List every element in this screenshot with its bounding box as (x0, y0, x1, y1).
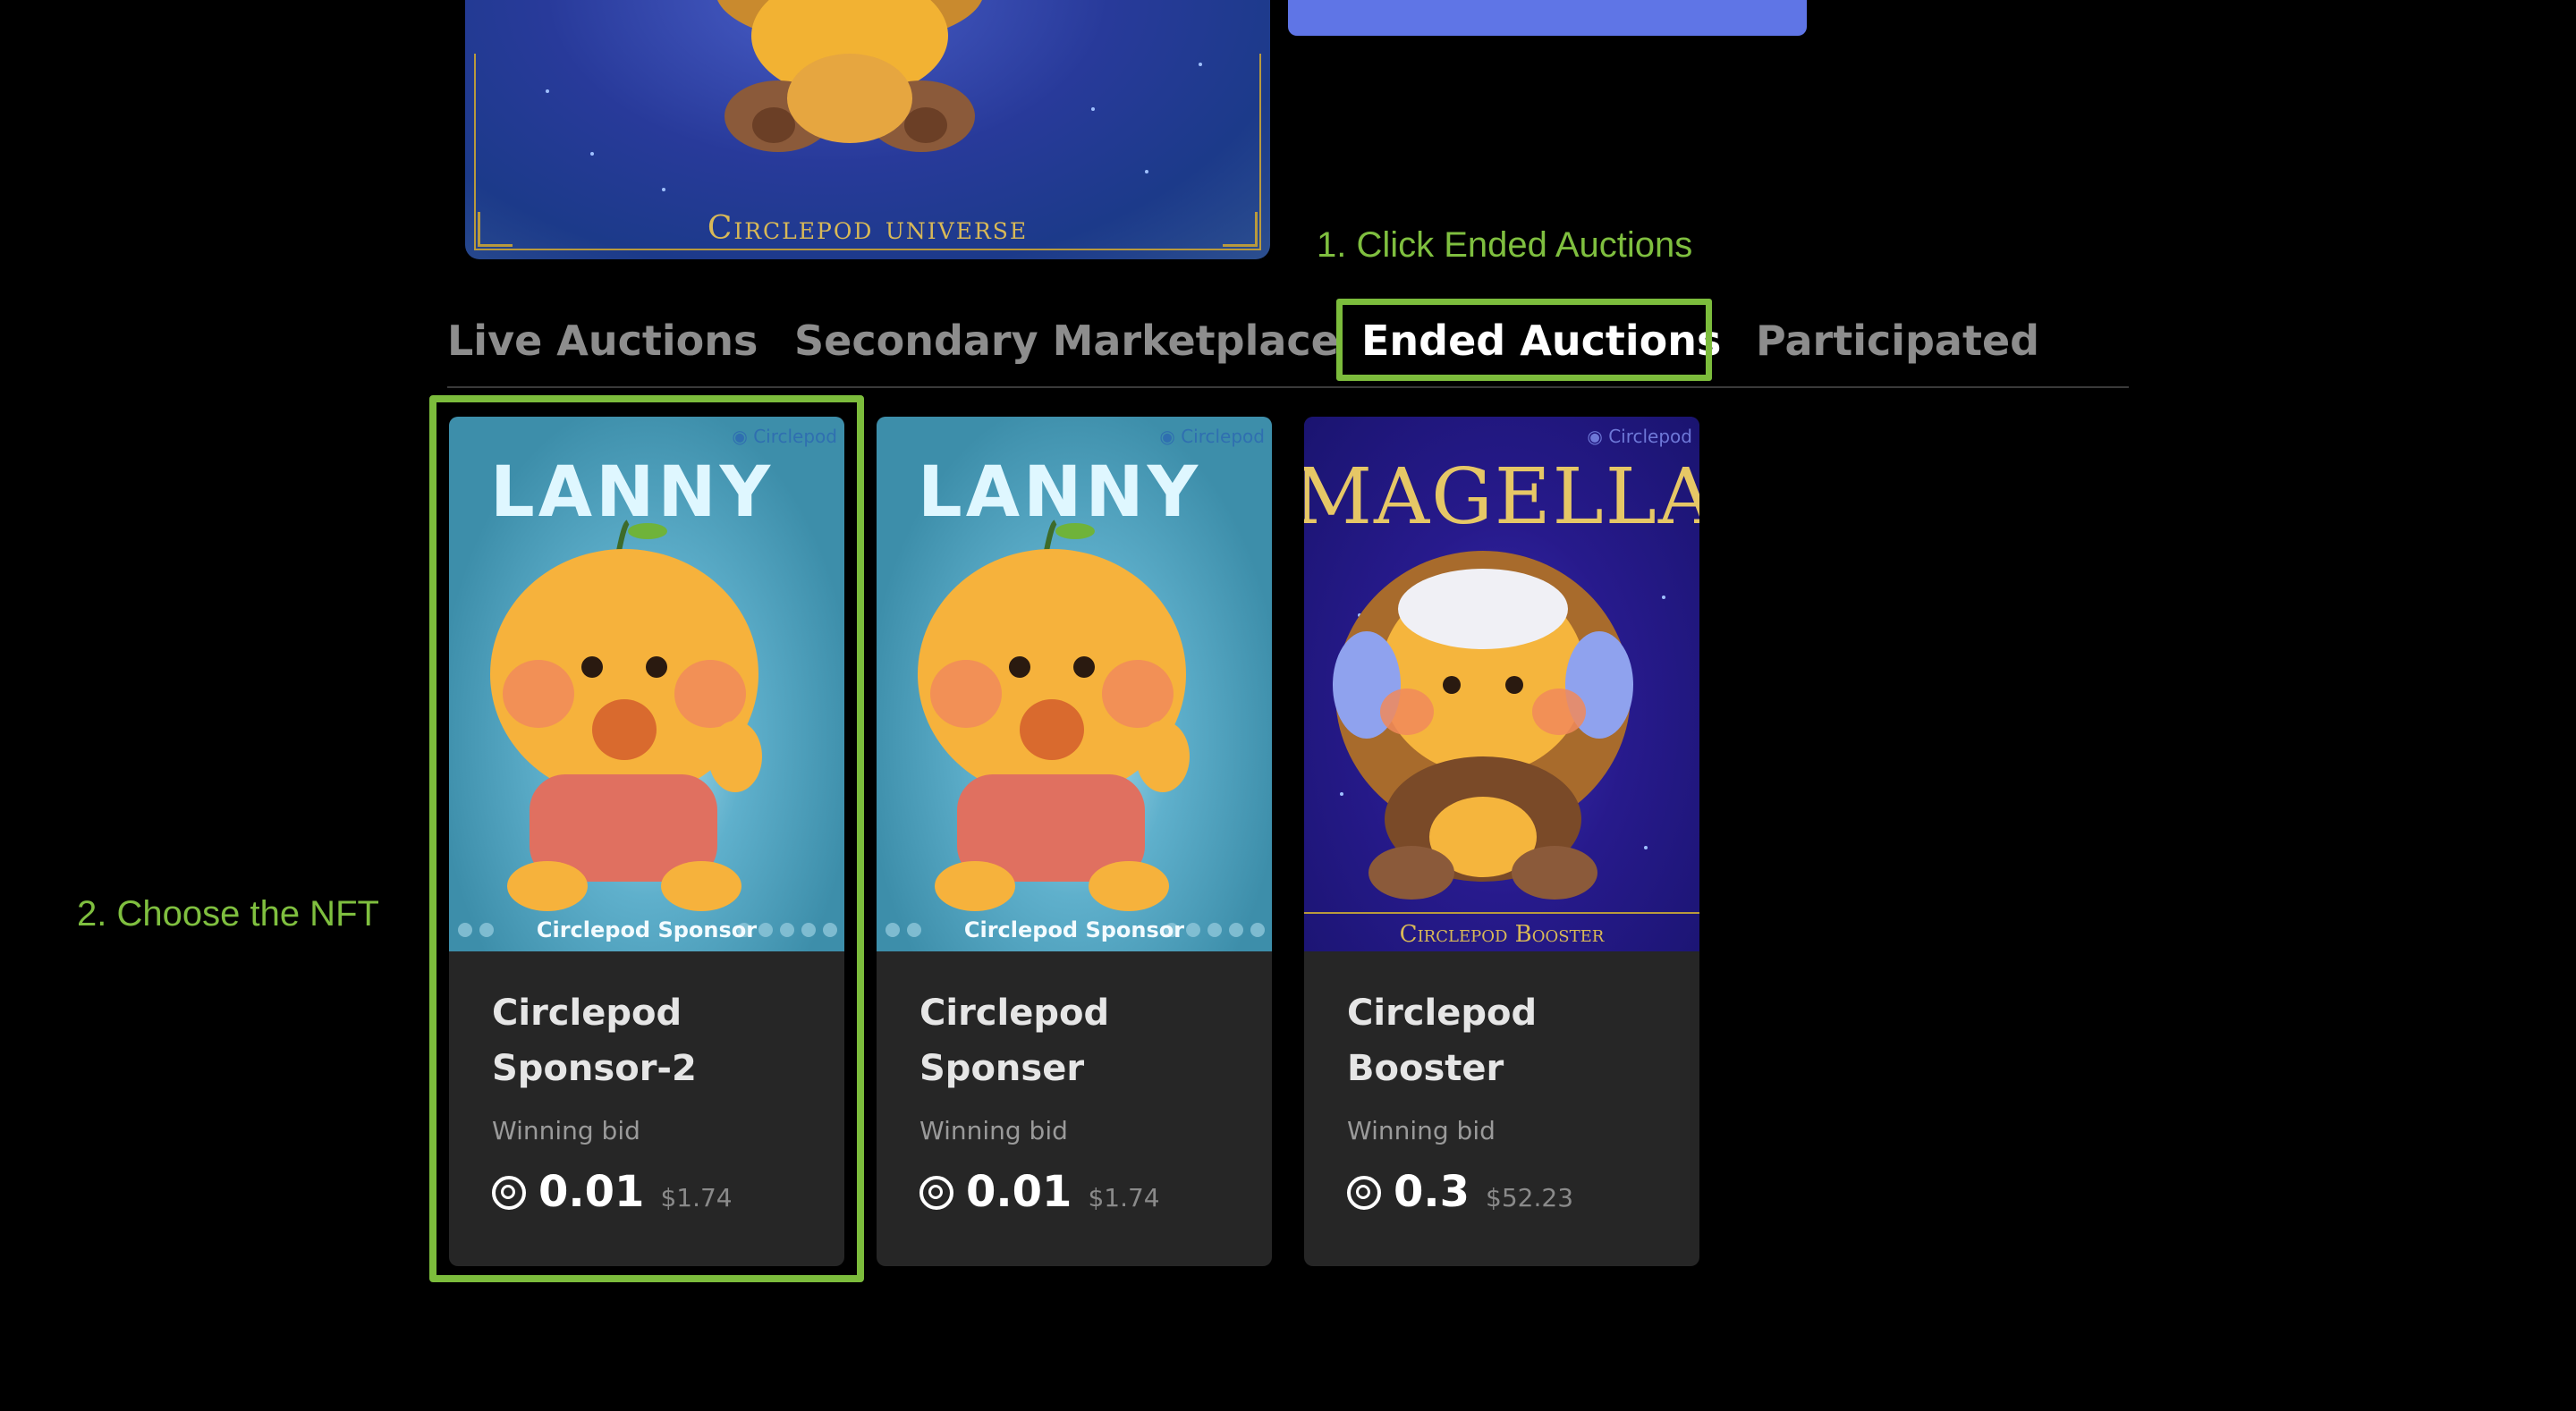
annotation-step-1: 1. Click Ended Auctions (1317, 225, 1693, 265)
nft-card[interactable]: ◉ Circlepod MAGELLAN Circlepod Booster C… (1304, 417, 1699, 1266)
nft-title-line1: Circlepod (1347, 993, 1538, 1034)
hero-banner: Circlepod universe (465, 0, 1270, 259)
annotation-highlight-card (429, 395, 864, 1282)
nft-artwork: ◉ Circlepod LANNY Circlepod Sponsor (877, 417, 1272, 951)
circlepod-coin-icon (1347, 1176, 1381, 1210)
tab-live-auctions[interactable]: Live Auctions (447, 317, 758, 365)
bid-usd-value: $1.74 (1088, 1183, 1160, 1212)
tab-participated[interactable]: Participated (1756, 317, 2039, 365)
nft-title-line2: Booster (1347, 1048, 1504, 1089)
bid-usd-value: $52.23 (1486, 1183, 1574, 1212)
artwork-caption: Circlepod Booster (1399, 921, 1605, 948)
circlepod-coin-icon (919, 1176, 953, 1210)
nft-card[interactable]: ◉ Circlepod LANNY Circlepod Sponsor Circ… (877, 417, 1272, 1266)
artwork-caption: Circlepod Sponsor (963, 917, 1185, 942)
bid-price: 0.01 (966, 1167, 1072, 1217)
hero-caption: Circlepod universe (707, 210, 1029, 247)
annotation-step-2: 2. Choose the NFT (77, 894, 379, 934)
annotation-highlight-tab (1336, 299, 1712, 381)
auction-tabs: Live Auctions Secondary Marketplace Ende… (447, 311, 2129, 388)
nft-title-line1: Circlepod (919, 993, 1110, 1034)
orange-character-image (918, 520, 1190, 911)
action-button[interactable] (1288, 0, 1807, 36)
bid-label: Winning bid (1347, 1116, 1496, 1145)
lion-character-image (1333, 551, 1633, 900)
bid-price: 0.3 (1394, 1167, 1470, 1217)
nft-artwork: ◉ Circlepod MAGELLAN Circlepod Booster (1304, 417, 1699, 951)
tab-secondary-marketplace[interactable]: Secondary Marketplace (794, 317, 1339, 365)
bid-label: Winning bid (919, 1116, 1068, 1145)
nft-title-line2: Sponser (919, 1048, 1085, 1089)
